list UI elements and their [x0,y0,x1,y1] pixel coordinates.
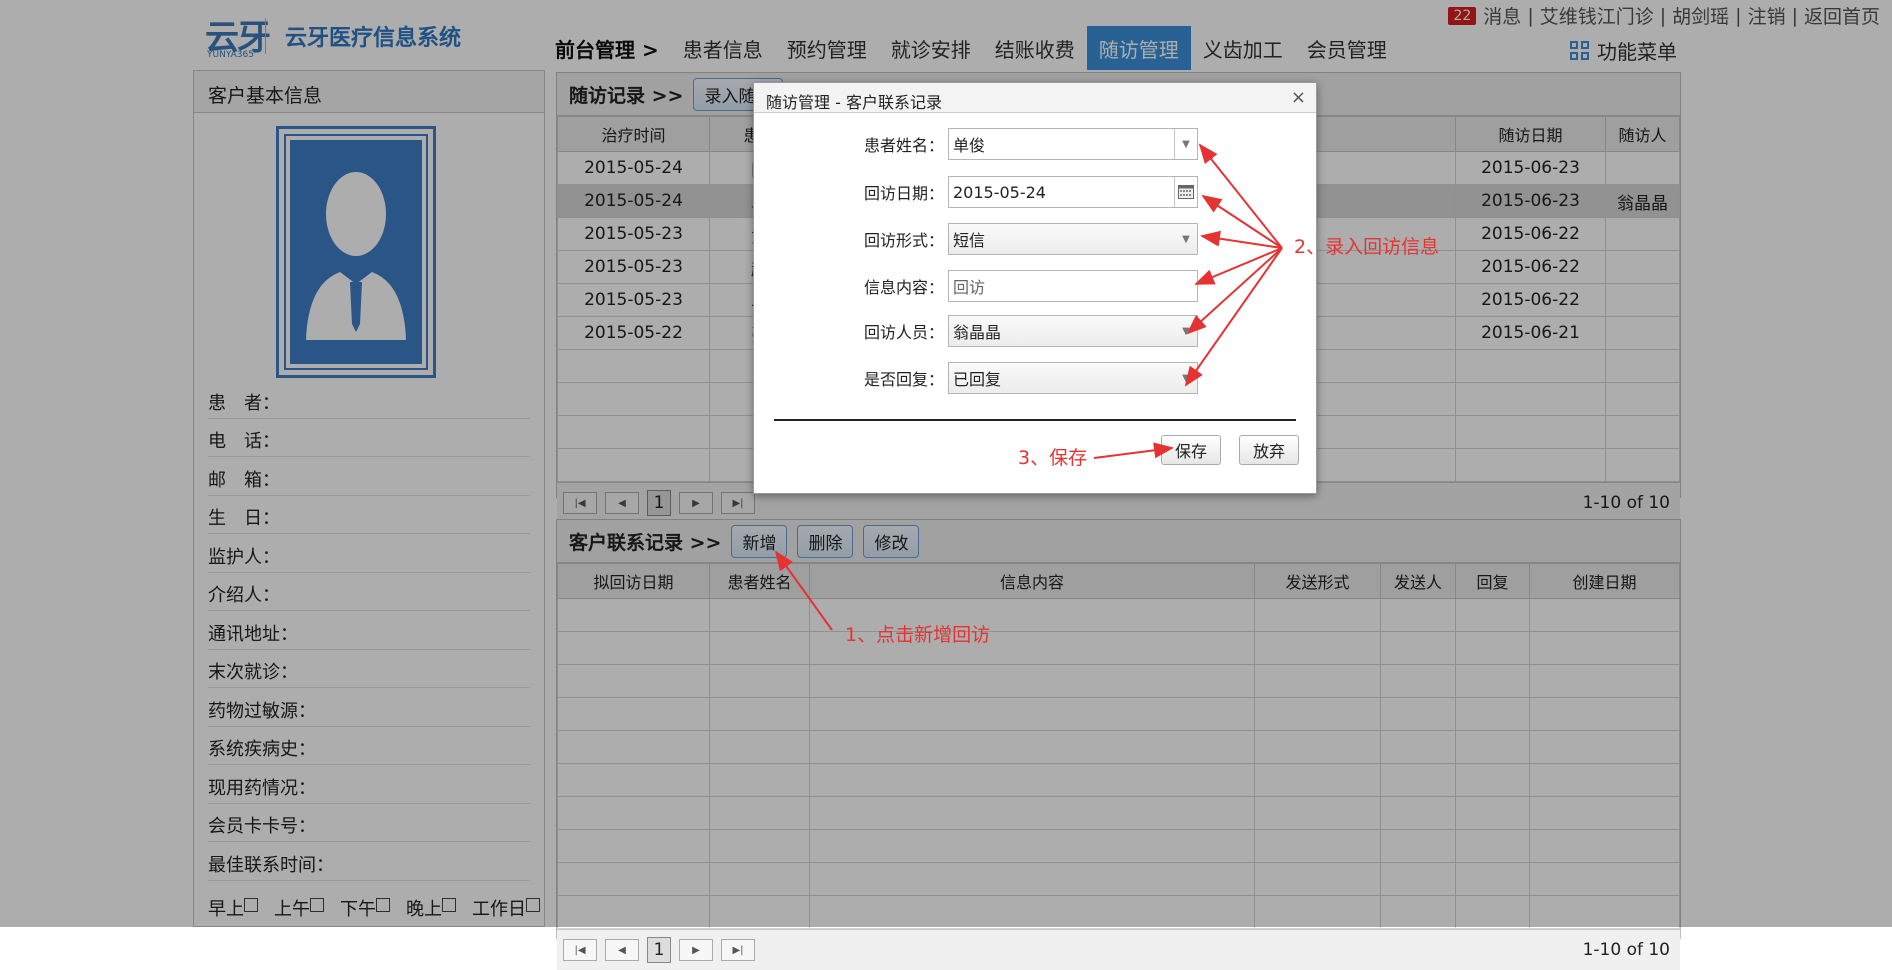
contact-pager: |◀ ◀ 1 ▶ ▶| 1-10 of 10 [557,929,1680,970]
arrow-to-visit-date [1201,194,1283,249]
annotation-step-3: 3、保存 [1018,447,1088,469]
arrow-to-patient-name [1198,143,1283,249]
next-page-icon[interactable]: ▶ [679,939,713,961]
arrow-to-visitor [1186,247,1283,335]
page-number[interactable]: 1 [647,937,671,963]
prev-page-icon[interactable]: ◀ [605,939,639,961]
annotation-step-1: 1、点击新增回访 [845,624,991,646]
arrow-to-save-button [1093,442,1174,459]
annotation-arrows [774,143,1283,631]
annotation-step-2: 2、录入回访信息 [1294,236,1440,258]
arrow-to-add-button [774,550,833,631]
last-page-icon[interactable]: ▶| [721,939,755,961]
first-page-icon[interactable]: |◀ [563,939,597,961]
page-info: 1-10 of 10 [1582,940,1670,960]
arrow-to-visit-type [1200,230,1283,249]
